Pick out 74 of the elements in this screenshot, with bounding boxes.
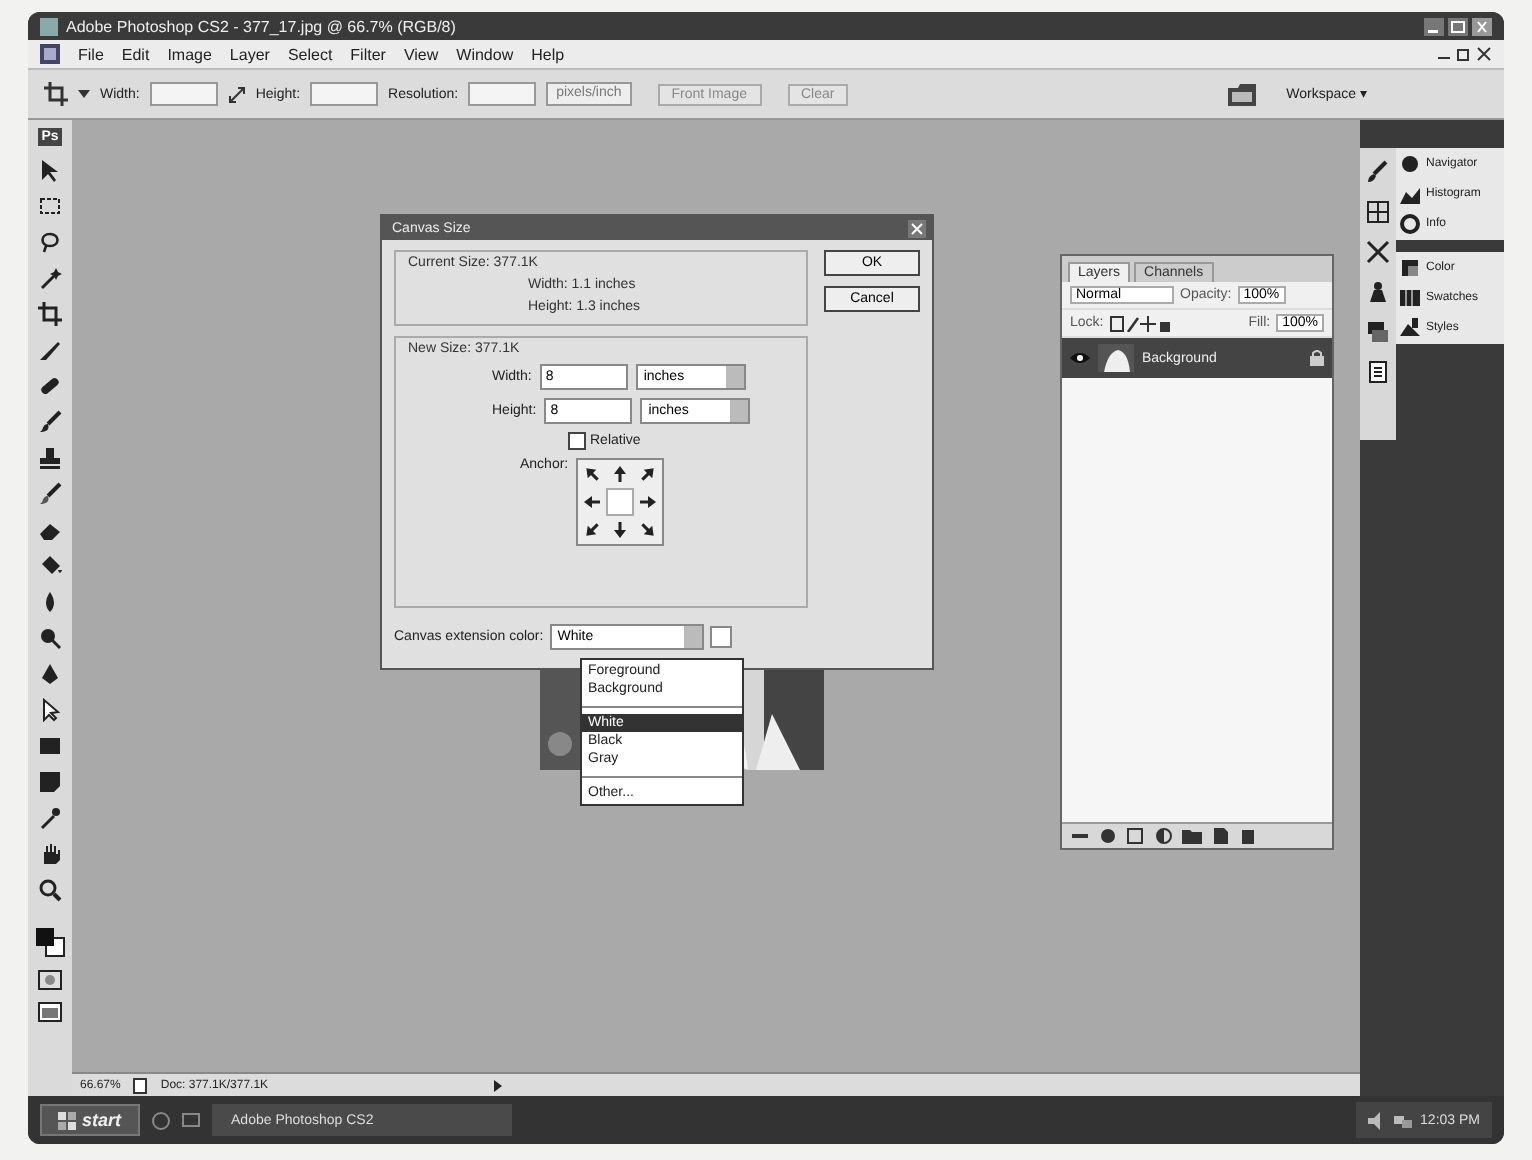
wand-icon[interactable] [38, 266, 62, 290]
page-icon[interactable] [1210, 828, 1230, 844]
note-icon[interactable] [38, 770, 62, 794]
arrow-icon[interactable] [582, 464, 603, 484]
minimize-icon[interactable] [1424, 17, 1444, 35]
restore-icon[interactable] [1456, 46, 1472, 62]
crop-icon[interactable] [44, 82, 68, 106]
lock-icon [1310, 350, 1324, 366]
brush-icon[interactable] [38, 410, 62, 434]
width-field[interactable] [149, 82, 218, 106]
desktop-icon[interactable] [181, 1111, 200, 1129]
color-swatches-icon[interactable] [34, 926, 66, 958]
styles-icon[interactable] [1400, 318, 1420, 338]
screen-mode-icon[interactable] [38, 1002, 62, 1022]
network-icon[interactable] [1394, 1111, 1413, 1129]
arrow-icon[interactable] [638, 492, 659, 512]
menu-item[interactable]: Filter [350, 45, 386, 63]
histogram-icon[interactable] [1400, 184, 1420, 204]
arrow-icon[interactable] [638, 520, 659, 540]
swap-icon[interactable] [227, 85, 246, 103]
arrow-icon[interactable] [582, 492, 603, 512]
maximize-icon[interactable] [1448, 17, 1468, 35]
close-icon[interactable] [1476, 46, 1492, 62]
grid-icon[interactable] [1366, 200, 1390, 224]
folder-icon[interactable] [1228, 82, 1257, 106]
arrow-icon[interactable] [638, 464, 659, 484]
eraser-icon[interactable] [38, 518, 62, 542]
menu-item[interactable]: Layer [229, 45, 270, 63]
arrow-icon[interactable] [38, 698, 62, 722]
start-button[interactable]: start [40, 1104, 140, 1136]
arrow-icon[interactable] [38, 158, 62, 182]
close-icon[interactable] [1472, 17, 1492, 35]
document-icon[interactable] [1366, 360, 1390, 384]
flag-icon [58, 1111, 76, 1129]
resolution-field[interactable] [468, 82, 537, 106]
menu-item[interactable]: File [78, 45, 104, 63]
menu-item[interactable]: View [403, 45, 439, 63]
crop-icon[interactable] [38, 302, 62, 326]
menu-item[interactable]: Help [531, 45, 565, 63]
menu-item[interactable]: Edit [121, 45, 150, 63]
brush-icon[interactable] [1366, 160, 1390, 184]
eye-icon[interactable] [1070, 352, 1090, 364]
brush-icon[interactable] [38, 482, 62, 506]
arrow-icon[interactable] [582, 520, 603, 540]
caret-icon[interactable] [492, 1079, 505, 1091]
hand-icon[interactable] [38, 842, 62, 866]
menu-item[interactable]: Select [287, 45, 333, 63]
eyedropper-icon[interactable] [38, 806, 62, 830]
swatches-icon[interactable] [1400, 288, 1420, 308]
info-icon[interactable] [1400, 214, 1420, 234]
caret-icon[interactable] [78, 88, 90, 100]
dashed-square-icon[interactable] [38, 194, 62, 218]
figure-icon[interactable] [1366, 280, 1390, 304]
half-circle-icon[interactable] [1154, 828, 1174, 844]
stack-icon[interactable] [1366, 320, 1390, 344]
square-icon[interactable] [1126, 828, 1146, 844]
mask-icon[interactable] [38, 970, 62, 990]
bucket-icon[interactable] [38, 554, 62, 578]
arrow-icon[interactable] [610, 520, 631, 540]
height-field[interactable] [310, 82, 379, 106]
scissors-icon[interactable] [1366, 240, 1390, 264]
stamp-icon[interactable] [38, 446, 62, 470]
folder-icon[interactable] [1182, 828, 1202, 844]
color-swatch[interactable] [709, 626, 732, 648]
menu-item[interactable]: Window [456, 45, 514, 63]
checkbox[interactable] [568, 432, 586, 450]
anchor-grid[interactable] [576, 458, 665, 546]
window-title: Adobe Photoshop CS2 - 377_17.jpg @ 66.7% (RGB/8) [66, 17, 456, 35]
arrow-icon[interactable] [610, 464, 631, 484]
menu-item[interactable]: Image [167, 45, 212, 63]
magnifier-icon[interactable] [38, 878, 62, 902]
rectangle-icon[interactable] [38, 734, 62, 758]
loop-icon[interactable] [38, 230, 62, 254]
circle-icon[interactable] [38, 626, 62, 650]
